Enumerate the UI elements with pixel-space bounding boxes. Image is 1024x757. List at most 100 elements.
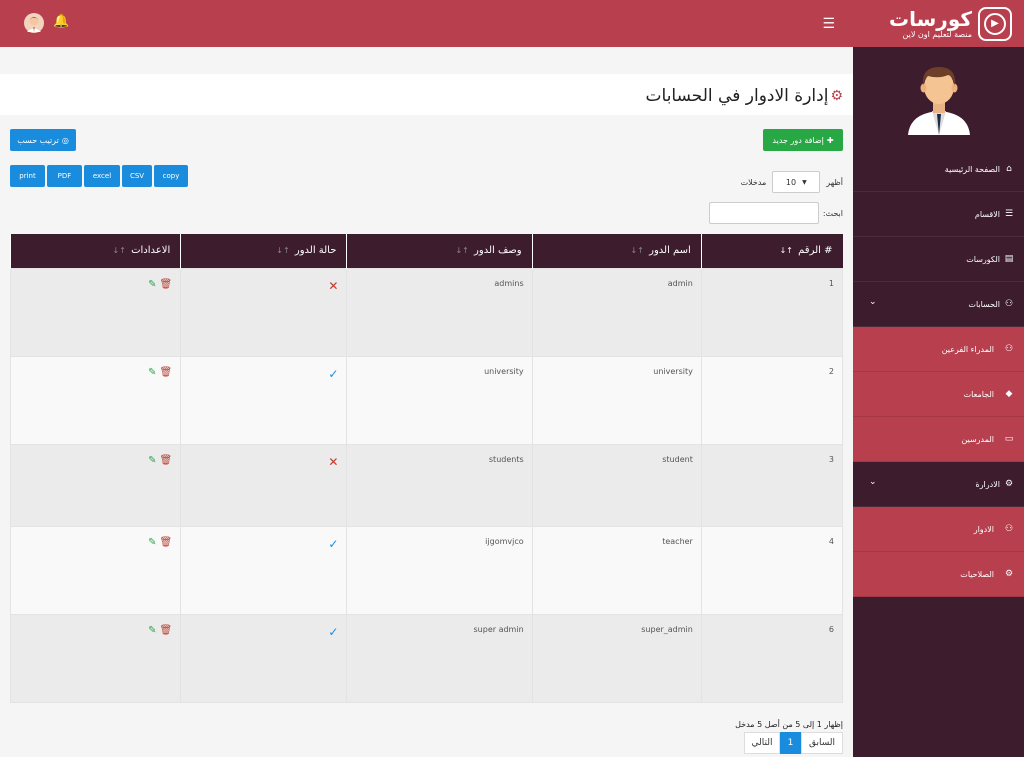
- edit-icon[interactable]: ✎: [148, 625, 156, 636]
- role-desc-text: admins: [494, 278, 524, 288]
- play-logo-icon: ▶: [978, 6, 1012, 41]
- cell-role-status: ✓: [180, 525, 348, 615]
- target-icon: ◎: [61, 135, 69, 145]
- add-role-label: إضافة دور جديد: [772, 135, 824, 145]
- copy-button[interactable]: copy: [154, 165, 188, 187]
- caret-down-icon: ▼: [802, 178, 807, 186]
- chevron-down-icon: ⌄: [869, 297, 877, 307]
- next-page-button[interactable]: التالي: [744, 732, 780, 754]
- cell-role-name: super_admin: [531, 613, 702, 703]
- page-1-button[interactable]: 1: [780, 732, 801, 754]
- entries-label: مدخلات: [740, 177, 767, 187]
- excel-button[interactable]: excel: [84, 165, 120, 187]
- chevron-down-icon: ⌄: [869, 477, 877, 487]
- page-length-value: 10: [785, 177, 797, 187]
- sidebar-item-accounts[interactable]: ⌄ الحسابات ⚇: [853, 282, 1024, 327]
- sort-label: ترتيب حسب: [17, 135, 59, 145]
- sidebar-item-label: الكورسات: [966, 254, 1000, 264]
- cell-role-desc: admins: [346, 267, 533, 357]
- trash-icon[interactable]: 🗑: [160, 625, 173, 636]
- cogs-icon: ⚙: [1004, 569, 1014, 579]
- page-title-text: إدارة الادوار في الحسابات: [645, 86, 829, 106]
- users-icon: ⚇: [1004, 344, 1014, 354]
- sidebar-item-label: الادوار: [973, 524, 994, 534]
- cogs-icon: ⚙: [1004, 479, 1014, 489]
- sidebar-item-roles[interactable]: الادوار ⚇: [853, 507, 1024, 552]
- sidebar-item-label: الصفحة الرئيسية: [944, 164, 1000, 174]
- table-row: 1 admin admins ✕ ✎ 🗑: [9, 267, 844, 357]
- edit-icon[interactable]: ✎: [148, 537, 156, 548]
- role-name-text: university: [653, 366, 693, 376]
- cell-settings: ✎ 🗑: [9, 355, 182, 445]
- header-role-status[interactable]: حالة الدور ↑↓: [180, 234, 347, 268]
- sidebar-item-universities[interactable]: الجامعات ◆: [853, 372, 1024, 417]
- list-icon: ☰: [1004, 209, 1014, 219]
- add-role-button[interactable]: ✚ إضافة دور جديد: [763, 129, 843, 151]
- trash-icon[interactable]: 🗑: [160, 279, 173, 290]
- sidebar-item-administration[interactable]: ⌄ الادرارة ⚙: [853, 462, 1024, 507]
- sidebar-item-teachers[interactable]: المدرسين ▭: [853, 417, 1024, 462]
- header-role-name-label: اسم الدور: [649, 245, 691, 257]
- sidebar-item-courses[interactable]: الكورسات ▤: [853, 237, 1024, 282]
- role-name-text: student: [662, 454, 693, 464]
- role-name-text: teacher: [662, 536, 693, 546]
- book-icon: ▤: [1004, 254, 1014, 264]
- teacher-icon: ▭: [1004, 434, 1014, 444]
- cell-role-status: ✓: [180, 613, 348, 703]
- graduation-icon: ◆: [1005, 389, 1013, 399]
- edit-icon[interactable]: ✎: [148, 367, 156, 378]
- search-label: ابحث:: [822, 208, 843, 218]
- sidebar-item-home[interactable]: الصفحة الرئيسية ⌂: [853, 147, 1024, 192]
- role-desc-text: super admin: [473, 624, 524, 634]
- edit-icon[interactable]: ✎: [148, 455, 156, 466]
- page-title: ⚙ إدارة الادوار في الحسابات: [646, 86, 843, 106]
- header-settings[interactable]: الاعدادات ↑↓: [9, 234, 181, 268]
- cell-role-name: teacher: [531, 525, 702, 615]
- sidebar-item-sub-admins[interactable]: المدراء الفرعين ⚇: [853, 327, 1024, 372]
- table-info: إظهار 1 إلى 5 من أصل 5 مدخل: [735, 720, 843, 729]
- previous-page-button[interactable]: السابق: [801, 732, 843, 754]
- header-number[interactable]: # الرقم ↑↓: [700, 234, 843, 268]
- user-avatar[interactable]: [24, 13, 44, 33]
- home-icon: ⌂: [1006, 164, 1012, 174]
- cell-number: 4: [700, 525, 844, 615]
- brand-subtitle: منصة لتعليم اون لاين: [902, 30, 973, 39]
- cell-role-status: ✕: [180, 443, 348, 527]
- brand[interactable]: كورسات منصة لتعليم اون لاين ▶: [853, 0, 1024, 47]
- cell-role-name: admin: [531, 267, 702, 357]
- trash-icon[interactable]: 🗑: [160, 537, 173, 548]
- check-icon: ✓: [328, 536, 339, 551]
- header-role-desc-label: وصف الدور: [474, 245, 522, 257]
- sidebar-item-label: الاقسام: [974, 209, 1000, 219]
- header-role-desc[interactable]: وصف الدور ↑↓: [346, 234, 533, 268]
- role-name-text: super_admin: [641, 624, 693, 634]
- bell-icon[interactable]: 🔔: [53, 14, 69, 29]
- page-length-select[interactable]: 10 ▼: [772, 171, 821, 193]
- sidebar-item-permissions[interactable]: الصلاحيات ⚙: [853, 552, 1024, 597]
- trash-icon[interactable]: 🗑: [160, 455, 173, 466]
- edit-icon[interactable]: ✎: [148, 279, 156, 290]
- role-desc-text: ijgomvjco: [485, 536, 524, 546]
- show-label: أظهر: [826, 177, 843, 187]
- search-input[interactable]: [708, 202, 819, 224]
- top-bar: ☰ 🔔: [0, 0, 853, 47]
- trash-icon[interactable]: 🗑: [160, 367, 173, 378]
- sidebar-menu: الصفحة الرئيسية ⌂ الاقسام ☰ الكورسات ▤ ⌄…: [853, 147, 1024, 597]
- cell-settings: ✎ 🗑: [9, 613, 182, 703]
- csv-button[interactable]: CSV: [122, 165, 152, 187]
- cell-role-desc: ijgomvjco: [346, 525, 533, 615]
- cell-settings: ✎ 🗑: [9, 525, 182, 615]
- search-control: ابحث:: [708, 202, 843, 224]
- sidebar-item-label: المدراء الفرعين: [941, 344, 994, 354]
- cell-role-desc: university: [346, 355, 533, 445]
- sidebar-item-sections[interactable]: الاقسام ☰: [853, 192, 1024, 237]
- menu-toggle-icon[interactable]: ☰: [822, 16, 835, 32]
- sidebar-item-label: الادرارة: [975, 479, 1001, 489]
- header-role-name[interactable]: اسم الدور ↑↓: [531, 234, 702, 268]
- cell-settings: ✎ 🗑: [9, 443, 182, 527]
- export-buttons: print PDF excel CSV copy: [10, 165, 188, 187]
- sort-button[interactable]: ◎ ترتيب حسب: [10, 129, 76, 151]
- table-row: 3 student students ✕ ✎ 🗑: [9, 443, 844, 527]
- print-button[interactable]: print: [10, 165, 45, 187]
- pdf-button[interactable]: PDF: [47, 165, 82, 187]
